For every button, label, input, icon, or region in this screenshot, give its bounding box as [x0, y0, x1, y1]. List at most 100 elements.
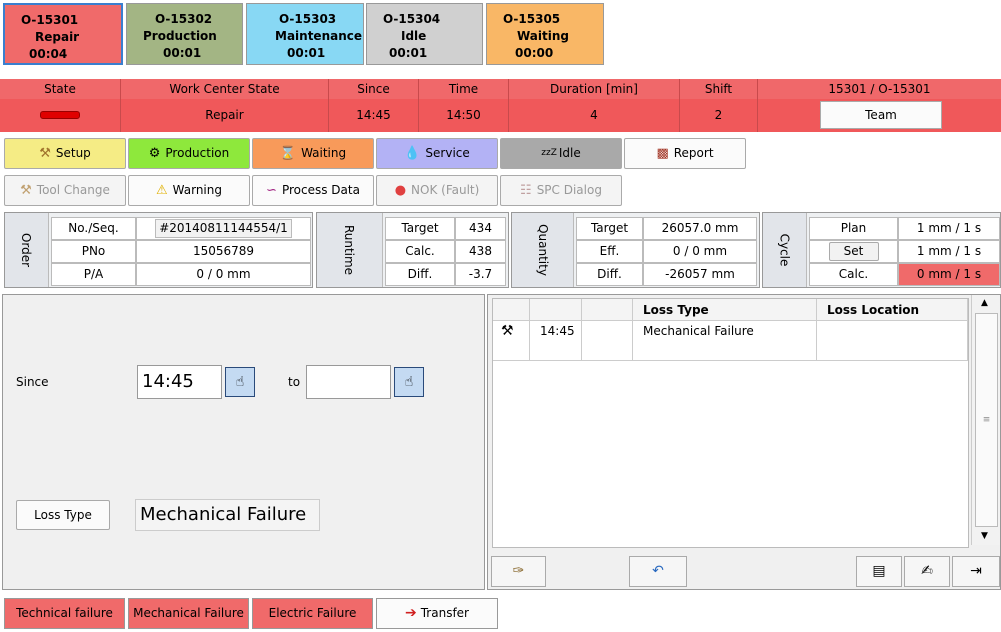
tile-code: O-15301: [21, 13, 79, 27]
process-data-label: Process Data: [281, 183, 360, 197]
state-indicator-cell: [0, 99, 121, 132]
tile-state: Idle: [401, 29, 427, 43]
quantity-key: Diff.: [576, 263, 643, 286]
list-button[interactable]: ▤: [856, 556, 902, 587]
order-label: Order: [5, 213, 49, 287]
idle-button[interactable]: zzZ Idle: [500, 138, 622, 169]
mechanical-failure-button[interactable]: Mechanical Failure: [128, 598, 249, 629]
setup-button[interactable]: ⚒ Setup: [4, 138, 126, 169]
warning-icon: ⚠: [156, 183, 168, 198]
tile-o-15304[interactable]: O-15304 Idle 00:01: [366, 3, 483, 65]
tile-time: 00:01: [163, 46, 202, 60]
setup-icon: ⚒: [39, 146, 51, 161]
tile-o-15302[interactable]: O-15302 Production 00:01: [126, 3, 243, 65]
tile-state: Maintenance: [275, 29, 363, 43]
sleep-icon: zzZ: [541, 148, 557, 158]
transfer-button[interactable]: ➔ Transfer: [376, 598, 498, 629]
tile-time: 00:00: [515, 46, 554, 60]
row-loss-type: Mechanical Failure: [633, 321, 817, 361]
production-label: Production: [165, 146, 230, 160]
header-ids: 15301 / O-15301: [758, 79, 1001, 99]
to-input[interactable]: [306, 365, 391, 399]
col-time-header: [530, 299, 582, 321]
tool-change-label: Tool Change: [36, 183, 110, 197]
runtime-key: Calc.: [385, 240, 455, 263]
to-time-picker-button[interactable]: ☝: [394, 367, 424, 397]
production-button[interactable]: ⚙ Production: [128, 138, 250, 169]
header-work-center-state: Work Center State: [121, 79, 329, 99]
report-button[interactable]: ▩ Report: [624, 138, 746, 169]
team-button[interactable]: Team: [820, 101, 942, 129]
loss-type-header[interactable]: Loss Type: [633, 299, 817, 321]
order-no-seq-field[interactable]: #20140811144554/1: [155, 219, 292, 238]
work-center-state-value: Repair: [121, 99, 329, 132]
shift-value: 2: [680, 99, 758, 132]
setup-label: Setup: [55, 146, 91, 160]
since-input[interactable]: 14:45: [137, 365, 222, 399]
edit-icon: ✍: [921, 563, 933, 579]
runtime-key: Target: [385, 217, 455, 240]
technical-failure-button[interactable]: Technical failure: [4, 598, 125, 629]
scroll-down-arrow[interactable]: ▼: [981, 531, 988, 541]
tile-o-15303[interactable]: O-15303 Maintenance 00:01: [246, 3, 364, 65]
loss-form-panel: Since 14:45 ☝ to ☝ Loss Type Mechanical …: [2, 294, 485, 590]
clock-hand-icon: ☝: [235, 374, 245, 390]
runtime-calc-value: 438: [455, 240, 506, 263]
scroll-thumb[interactable]: ≡: [975, 313, 998, 527]
header-state: State: [0, 79, 121, 99]
process-data-button[interactable]: ∽ Process Data: [252, 175, 374, 206]
row-time: 14:45: [530, 321, 582, 361]
warning-label: Warning: [172, 183, 222, 197]
runtime-key: Diff.: [385, 263, 455, 286]
runtime-target-value: 434: [455, 217, 506, 240]
runtime-panel: Runtime Target 434 Calc. 438 Diff. -3.7: [316, 212, 509, 288]
edit-button[interactable]: ✍: [904, 556, 950, 587]
loss-location-header[interactable]: Loss Location: [817, 299, 968, 321]
cycle-plan-value: 1 mm / 1 s: [898, 217, 1000, 240]
order-no-seq-value: #20140811144554/1: [136, 217, 311, 240]
loss-type-button[interactable]: Loss Type: [16, 500, 110, 530]
clear-button[interactable]: ✑: [491, 556, 546, 587]
quantity-target-value: 26057.0 mm: [643, 217, 757, 240]
arrow-right-icon: ➔: [405, 605, 417, 621]
gear-icon: ⚙: [148, 146, 161, 161]
waiting-button[interactable]: ⌛ Waiting: [252, 138, 374, 169]
loss-table-panel: Loss Type Loss Location ⚒ 14:45 Mechanic…: [487, 294, 1001, 590]
quantity-label: Quantity: [512, 213, 574, 287]
order-panel: Order No./Seq. #20140811144554/1 PNo 150…: [4, 212, 313, 288]
electric-failure-button[interactable]: Electric Failure: [252, 598, 373, 629]
to-label: to: [288, 375, 301, 389]
quantity-diff-value: -26057 mm: [643, 263, 757, 286]
cycle-set-button[interactable]: Set: [828, 242, 879, 261]
nok-label: NOK (Fault): [411, 183, 480, 197]
report-icon: ▩: [656, 146, 669, 161]
spc-dialog-button[interactable]: ☷ SPC Dialog: [500, 175, 622, 206]
cycle-label: Cycle: [763, 213, 807, 287]
quantity-panel: Quantity Target 26057.0 mm Eff. 0 / 0 mm…: [511, 212, 760, 288]
since-label: Since: [16, 375, 49, 389]
undo-button[interactable]: ↶: [629, 556, 687, 587]
waiting-label: Waiting: [301, 146, 347, 160]
tile-code: O-15304: [383, 12, 441, 26]
oil-drop-icon: 💧: [404, 146, 421, 161]
state-indicator: [40, 111, 80, 119]
tile-o-15301[interactable]: O-15301 Repair 00:04: [3, 3, 123, 65]
since-time-picker-button[interactable]: ☝: [225, 367, 255, 397]
nok-fault-button[interactable]: ● NOK (Fault): [376, 175, 498, 206]
spc-label: SPC Dialog: [536, 183, 602, 197]
col-blank-header: [582, 299, 633, 321]
scroll-up-arrow[interactable]: ▲: [981, 298, 988, 308]
row-blank: [582, 321, 633, 361]
warning-button[interactable]: ⚠ Warning: [128, 175, 250, 206]
service-label: Service: [425, 146, 470, 160]
order-key: P/A: [51, 263, 136, 286]
service-button[interactable]: 💧 Service: [376, 138, 498, 169]
col-icon-header: [493, 299, 530, 321]
tile-o-15305[interactable]: O-15305 Waiting 00:00: [486, 3, 604, 65]
export-icon: ⇥: [970, 563, 982, 579]
tool-change-button[interactable]: ⚒ Tool Change: [4, 175, 126, 206]
export-button[interactable]: ⇥: [952, 556, 1000, 587]
time-value: 14:50: [419, 99, 509, 132]
vertical-scrollbar[interactable]: ▲ ≡ ▼: [971, 295, 1000, 545]
tile-state: Production: [143, 29, 217, 43]
